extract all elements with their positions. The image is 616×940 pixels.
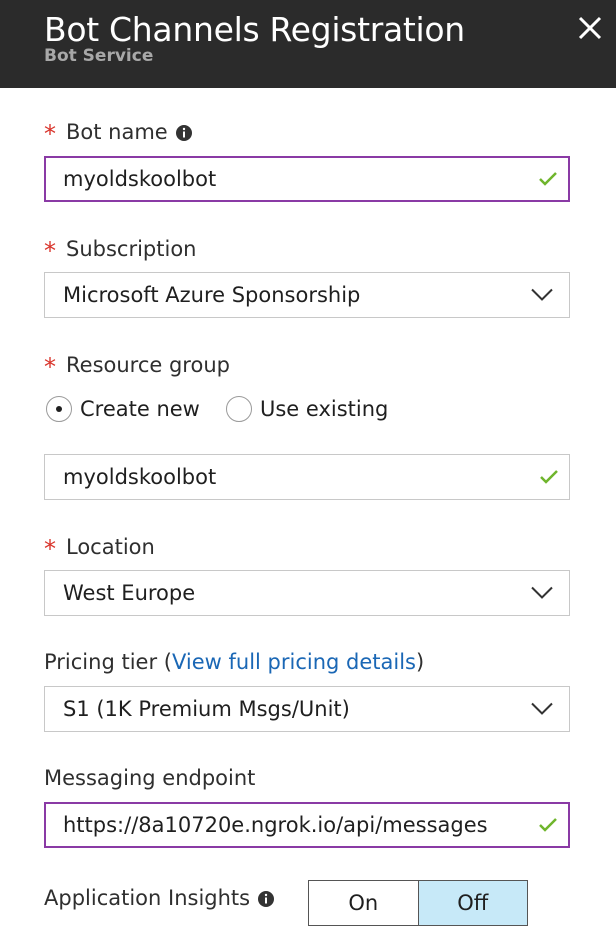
bot-name-label-row: * Bot name [44,118,193,148]
close-button[interactable] [570,6,610,46]
chevron-down-icon [531,288,553,301]
subscription-label: Subscription [66,237,197,261]
close-icon [578,16,602,40]
info-icon[interactable] [175,123,193,141]
app-insights-toggle: On Off [308,880,528,926]
messaging-endpoint-value: https://8a10720e.ngrok.io/api/messages [63,813,488,837]
bot-name-value: myoldskoolbot [63,167,217,191]
resource-group-label-row: * Resource group [44,351,230,381]
radio-use-existing-label: Use existing [260,397,389,421]
pricing-tier-label-row: Pricing tier (View full pricing details) [44,650,424,674]
messaging-endpoint-label-row: Messaging endpoint [44,766,255,790]
bot-name-label: Bot name [66,120,168,144]
resource-group-input[interactable]: myoldskoolbot [44,454,570,500]
subscription-label-row: * Subscription [44,235,197,265]
subscription-value: Microsoft Azure Sponsorship [63,283,361,307]
checkmark-icon [539,172,557,186]
pricing-tier-dropdown[interactable]: S1 (1K Premium Msgs/Unit) [44,686,570,732]
messaging-endpoint-label: Messaging endpoint [44,766,256,790]
radio-create-new[interactable]: Create new [46,396,200,422]
radio-create-new-label: Create new [80,397,200,421]
info-icon[interactable] [257,889,275,907]
pricing-tier-value: S1 (1K Premium Msgs/Unit) [63,697,350,721]
chevron-down-icon [531,586,553,599]
radio-selected-icon [46,396,72,422]
location-dropdown[interactable]: West Europe [44,570,570,616]
blade-title: Bot Channels Registration [44,10,465,49]
location-label: Location [66,535,155,559]
open-paren: ( [163,650,172,674]
chevron-down-icon [531,702,553,715]
location-value: West Europe [63,581,196,605]
view-pricing-link[interactable]: View full pricing details [172,650,416,674]
toggle-on-option[interactable]: On [309,881,418,925]
messaging-endpoint-input[interactable]: https://8a10720e.ngrok.io/api/messages [44,802,570,848]
app-insights-label: Application Insights [44,886,251,910]
required-asterisk: * [44,237,56,265]
resource-group-label: Resource group [66,353,230,377]
resource-group-value: myoldskoolbot [63,465,217,489]
checkmark-icon [539,818,557,832]
required-asterisk: * [44,353,56,381]
required-asterisk: * [44,535,56,563]
location-label-row: * Location [44,533,155,563]
radio-unselected-icon [226,396,252,422]
blade-header: Bot Channels Registration Bot Service [0,0,616,88]
subscription-dropdown[interactable]: Microsoft Azure Sponsorship [44,272,570,318]
blade-subtitle: Bot Service [44,46,154,66]
checkmark-icon [540,470,558,484]
required-asterisk: * [44,120,56,148]
bot-name-input[interactable]: myoldskoolbot [44,156,570,202]
close-paren: ) [416,650,425,674]
app-insights-label-row: Application Insights [44,886,275,910]
pricing-tier-label: Pricing tier [44,650,158,674]
toggle-off-option[interactable]: Off [417,881,527,925]
radio-use-existing[interactable]: Use existing [226,396,388,422]
